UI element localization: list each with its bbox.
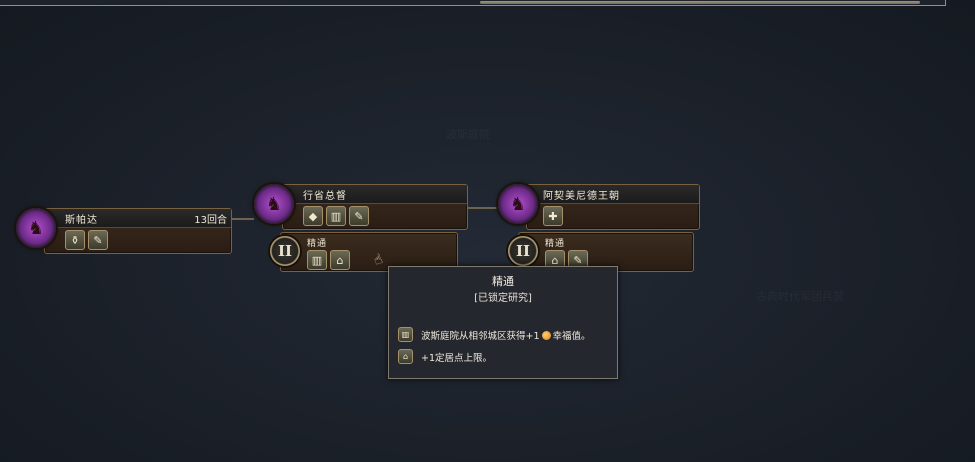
turns-remaining: 13回合 [194, 215, 227, 226]
diamond-icon[interactable]: ◆ [303, 206, 323, 226]
connector-line [232, 218, 254, 220]
node-title-strip: 阿契美尼德王朝 [527, 185, 699, 204]
tooltip-effect-row: ▥ 波斯庭院从相邻城区获得+1 幸福值。 [398, 327, 591, 342]
quill-icon[interactable]: ✎ [88, 230, 108, 250]
background-label: 古典时代军团兵营 [756, 290, 844, 303]
node-title: 斯帕达 [65, 215, 98, 226]
node-title: 阿契美尼德王朝 [543, 191, 620, 202]
happiness-icon [541, 330, 551, 340]
mastery-numeral: II [270, 236, 300, 266]
mastery-numeral: II [508, 236, 538, 266]
node-bar: 斯帕达 13回合 ⚱ ✎ [44, 208, 232, 254]
node-title-strip: 行省总督 [283, 185, 467, 204]
horseman-icon: ♞ [254, 184, 294, 224]
node-title-strip: 精通 [519, 233, 693, 249]
node-icons: ⚱ ✎ [65, 230, 108, 250]
building-icon[interactable]: ▥ [326, 206, 346, 226]
settler-icon[interactable]: ⌂ [330, 250, 350, 270]
tooltip-effect-text: 波斯庭院从相邻城区获得+1 幸福值。 [421, 330, 591, 342]
node-bar: 阿契美尼德王朝 ✚ [526, 184, 700, 230]
horizontal-scrollbar[interactable] [480, 1, 920, 4]
settler-icon: ⌂ [398, 349, 413, 364]
tooltip-effect-row: ⌂ +1定居点上限。 [398, 349, 492, 364]
mastery-icons: ▥ ⌂ [307, 250, 350, 270]
node-icons: ✚ [543, 206, 563, 226]
node-title: 行省总督 [303, 191, 347, 202]
mastery-title: 精通 [545, 239, 566, 249]
quill-icon[interactable]: ✎ [349, 206, 369, 226]
node-icons: ◆ ▥ ✎ [303, 206, 369, 226]
tooltip-status: [已锁定研究] [474, 293, 532, 304]
torch-icon[interactable]: ⚱ [65, 230, 85, 250]
building-icon[interactable]: ▥ [307, 250, 327, 270]
top-panel-frame [0, 0, 946, 6]
tooltip-effect-text: +1定居点上限。 [421, 352, 493, 364]
plus-icon[interactable]: ✚ [543, 206, 563, 226]
connector-line [466, 207, 498, 209]
background-label: 波斯庭院 [446, 128, 490, 141]
horseman-icon: ♞ [16, 208, 56, 248]
node-title-strip: 斯帕达 13回合 [45, 209, 231, 228]
building-icon: ▥ [398, 327, 413, 342]
node-title-strip: 精通 [281, 233, 457, 249]
mastery-tooltip: 精通 [已锁定研究] ▥ 波斯庭院从相邻城区获得+1 幸福值。 ⌂ +1定居点上限… [388, 266, 618, 379]
mastery-title: 精通 [307, 239, 328, 249]
tooltip-title: 精通 [492, 275, 514, 288]
node-bar: 行省总督 ◆ ▥ ✎ [282, 184, 468, 230]
horseman-icon: ♞ [498, 184, 538, 224]
